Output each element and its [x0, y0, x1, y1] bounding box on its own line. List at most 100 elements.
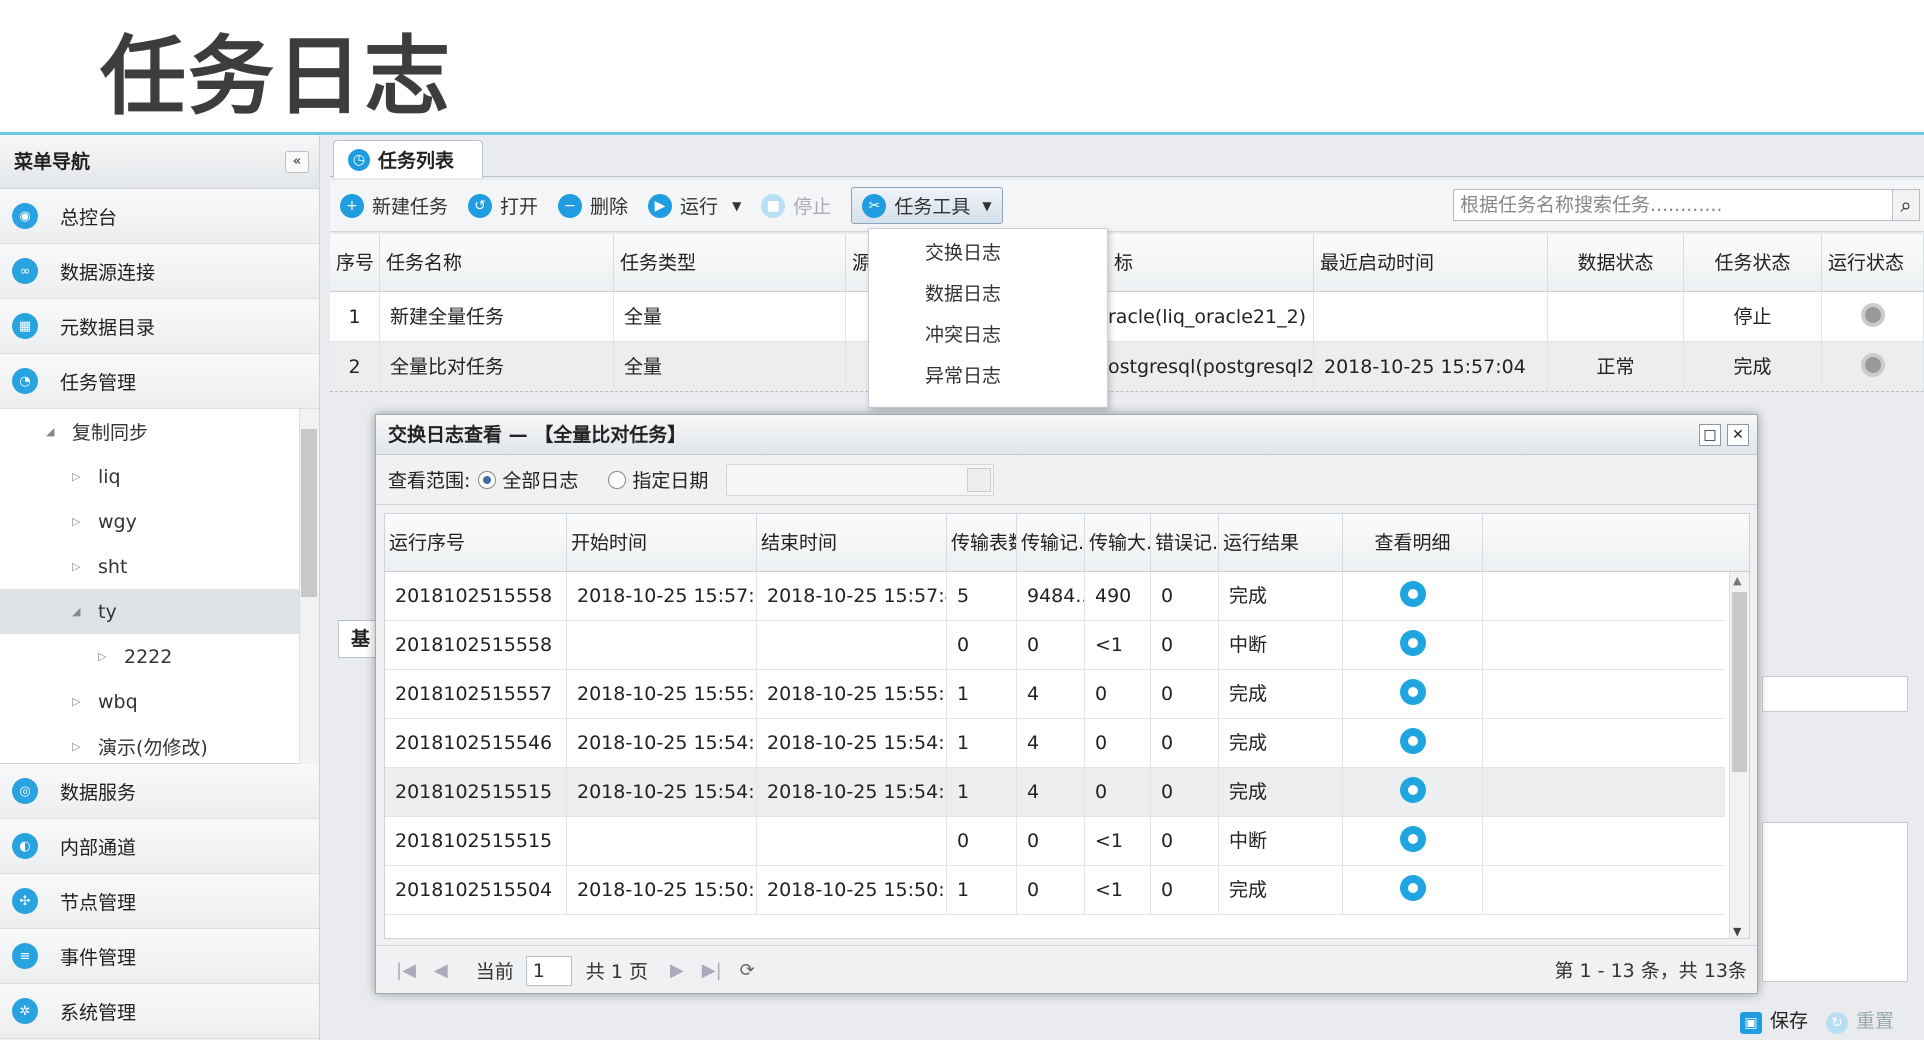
col-header-start[interactable]: 开始时间	[567, 514, 757, 572]
table-row[interactable]: 20181025155042018-10-25 15:50:242018-10-…	[385, 866, 1725, 915]
menu-item-data-log[interactable]: 数据日志	[869, 274, 1107, 315]
tree-node-copy-sync[interactable]: ◢ 复制同步	[0, 409, 319, 454]
collapse-icon[interactable]: «	[285, 151, 309, 173]
menu-item-conflict-log[interactable]: 冲突日志	[869, 315, 1107, 356]
view-detail-icon[interactable]	[1399, 580, 1426, 607]
table-row[interactable]: 20181025155582018-10-25 15:57:052018-10-…	[385, 572, 1725, 621]
last-page-icon[interactable]: ▶|	[702, 960, 722, 981]
col-header-type[interactable]: 任务类型	[614, 234, 846, 292]
save-button[interactable]: ▣ 保存	[1740, 1006, 1808, 1034]
col-header-data-status[interactable]: 数据状态	[1548, 234, 1684, 292]
nav-event-mgmt[interactable]: ≡ 事件管理	[0, 929, 319, 984]
table-row[interactable]: 2018102515515 0 0 <1 0 中断	[385, 817, 1725, 866]
next-page-icon[interactable]: ▶	[670, 960, 684, 981]
collapsed-icon[interactable]: ▷	[72, 740, 84, 753]
col-header-no[interactable]: 序号	[330, 234, 380, 292]
sidebar: 菜单导航 « ◉ 总控台 ∞ 数据源连接 ▦ 元数据目录 ◔ 任务管理 ◢ 复制同步 ▷ l…	[0, 135, 320, 1040]
col-header-name[interactable]: 任务名称	[380, 234, 614, 292]
task-tools-button[interactable]: ✂ 任务工具 ▼	[851, 187, 1003, 224]
dropdown-arrow-icon[interactable]: ▼	[732, 199, 741, 213]
detail-field[interactable]	[1762, 676, 1908, 712]
new-task-button[interactable]: + 新建任务	[340, 192, 448, 219]
maximize-icon[interactable]: □	[1699, 424, 1721, 446]
table-row[interactable]: 1 新建全量任务 全量 racle(liq_oracle21_2) 停止	[330, 292, 1924, 342]
tree-node-2222[interactable]: ▷ 2222	[0, 634, 319, 679]
table-row[interactable]: 20181025155152018-10-25 15:54:122018-10-…	[385, 768, 1725, 817]
nav-internal-channel[interactable]: ◐ 内部通道	[0, 819, 319, 874]
tab-basic[interactable]: 基	[338, 620, 380, 658]
col-header-run-status[interactable]: 运行状态	[1822, 234, 1924, 292]
col-header-target[interactable]: 标	[1108, 234, 1314, 292]
nav-label: 内部通道	[60, 836, 137, 859]
col-header-records[interactable]: 传输记...	[1017, 514, 1085, 572]
collapsed-icon[interactable]: ▷	[72, 470, 84, 483]
date-input[interactable]	[726, 463, 995, 496]
run-button[interactable]: ▶ 运行 ▼	[648, 192, 741, 219]
col-header-run-id[interactable]: 运行序号	[385, 514, 567, 572]
nav-node-mgmt[interactable]: ✣ 节点管理	[0, 874, 319, 929]
view-detail-icon[interactable]	[1399, 678, 1426, 705]
search-icon[interactable]: ⌕	[1892, 189, 1920, 221]
table-row[interactable]: 2018102515558 0 0 <1 0 中断	[385, 621, 1725, 670]
collapsed-icon[interactable]: ▷	[72, 515, 84, 528]
scroll-down-icon[interactable]: ▼	[1733, 925, 1741, 938]
log-scrollbar[interactable]: ▲ ▼	[1729, 572, 1749, 938]
radio-all-logs[interactable]	[478, 470, 497, 489]
open-button[interactable]: ↺ 打开	[468, 192, 538, 219]
tree-scroll-thumb[interactable]	[301, 429, 317, 597]
radio-date[interactable]	[608, 470, 627, 489]
tab-task-list[interactable]: ◷ 任务列表	[333, 140, 483, 178]
prev-page-icon[interactable]: ◀	[434, 960, 448, 981]
search-input[interactable]: 根据任务名称搜索任务............	[1453, 189, 1898, 221]
view-detail-icon[interactable]	[1399, 874, 1426, 901]
tree-node-wbq[interactable]: ▷ wbq	[0, 679, 319, 724]
col-header-detail[interactable]: 查看明细	[1343, 514, 1483, 572]
nav-metadata[interactable]: ▦ 元数据目录	[0, 299, 319, 354]
tree-scrollbar[interactable]	[299, 409, 319, 764]
nav-system-mgmt[interactable]: ✲ 系统管理	[0, 984, 319, 1039]
nav-datasource[interactable]: ∞ 数据源连接	[0, 244, 319, 299]
tree-node-liq[interactable]: ▷ liq	[0, 454, 319, 499]
page-number-input[interactable]: 1	[525, 955, 572, 986]
view-detail-icon[interactable]	[1399, 776, 1426, 803]
refresh-icon[interactable]: ⟳	[740, 960, 755, 981]
tree-node-wgy[interactable]: ▷ wgy	[0, 499, 319, 544]
collapsed-icon[interactable]: ▷	[72, 560, 84, 573]
stop-button[interactable]: ■ 停止	[761, 192, 831, 219]
view-detail-icon[interactable]	[1399, 825, 1426, 852]
col-header-last-start[interactable]: 最近启动时间	[1314, 234, 1548, 292]
tree-node-demo[interactable]: ▷ 演示(勿修改)	[0, 724, 319, 769]
first-page-icon[interactable]: |◀	[396, 960, 416, 981]
menu-item-log-stats[interactable]: 日志统计	[869, 397, 1107, 407]
table-row[interactable]: 20181025155462018-10-25 15:54:262018-10-…	[385, 719, 1725, 768]
expand-icon[interactable]: ◢	[72, 605, 84, 618]
expand-icon[interactable]: ◢	[46, 425, 58, 438]
dialog-titlebar[interactable]: 交换日志查看 — 【全量比对任务】 □ ✕	[376, 415, 1757, 455]
calendar-icon[interactable]	[967, 467, 992, 492]
table-row[interactable]: 20181025155572018-10-25 15:55:042018-10-…	[385, 670, 1725, 719]
col-header-errors[interactable]: 错误记...	[1151, 514, 1219, 572]
col-header-task-status[interactable]: 任务状态	[1684, 234, 1822, 292]
tree-node-ty[interactable]: ◢ ty	[0, 589, 319, 634]
log-scroll-thumb[interactable]	[1732, 592, 1747, 772]
tree-node-sht[interactable]: ▷ sht	[0, 544, 319, 589]
detail-textarea[interactable]	[1762, 822, 1908, 982]
reset-button[interactable]: ↻ 重置	[1826, 1006, 1894, 1034]
scroll-up-icon[interactable]: ▲	[1733, 574, 1741, 587]
nav-task-mgmt[interactable]: ◔ 任务管理	[0, 354, 319, 409]
view-detail-icon[interactable]	[1399, 727, 1426, 754]
nav-dashboard[interactable]: ◉ 总控台	[0, 189, 319, 244]
collapsed-icon[interactable]: ▷	[72, 695, 84, 708]
table-row[interactable]: 2 全量比对任务 全量 ostgresql(postgresql2... 201…	[330, 342, 1924, 392]
view-detail-icon[interactable]	[1399, 629, 1426, 656]
close-icon[interactable]: ✕	[1727, 424, 1749, 446]
menu-item-exception-log[interactable]: 异常日志	[869, 356, 1107, 397]
col-header-tables[interactable]: 传输表数	[947, 514, 1017, 572]
col-header-result[interactable]: 运行结果	[1219, 514, 1343, 572]
nav-data-service[interactable]: ◎ 数据服务	[0, 764, 319, 819]
col-header-size[interactable]: 传输大...	[1085, 514, 1151, 572]
col-header-end[interactable]: 结束时间	[757, 514, 947, 572]
collapsed-icon[interactable]: ▷	[98, 650, 110, 663]
menu-item-exchange-log[interactable]: 交换日志	[869, 233, 1107, 274]
delete-button[interactable]: − 删除	[558, 192, 628, 219]
